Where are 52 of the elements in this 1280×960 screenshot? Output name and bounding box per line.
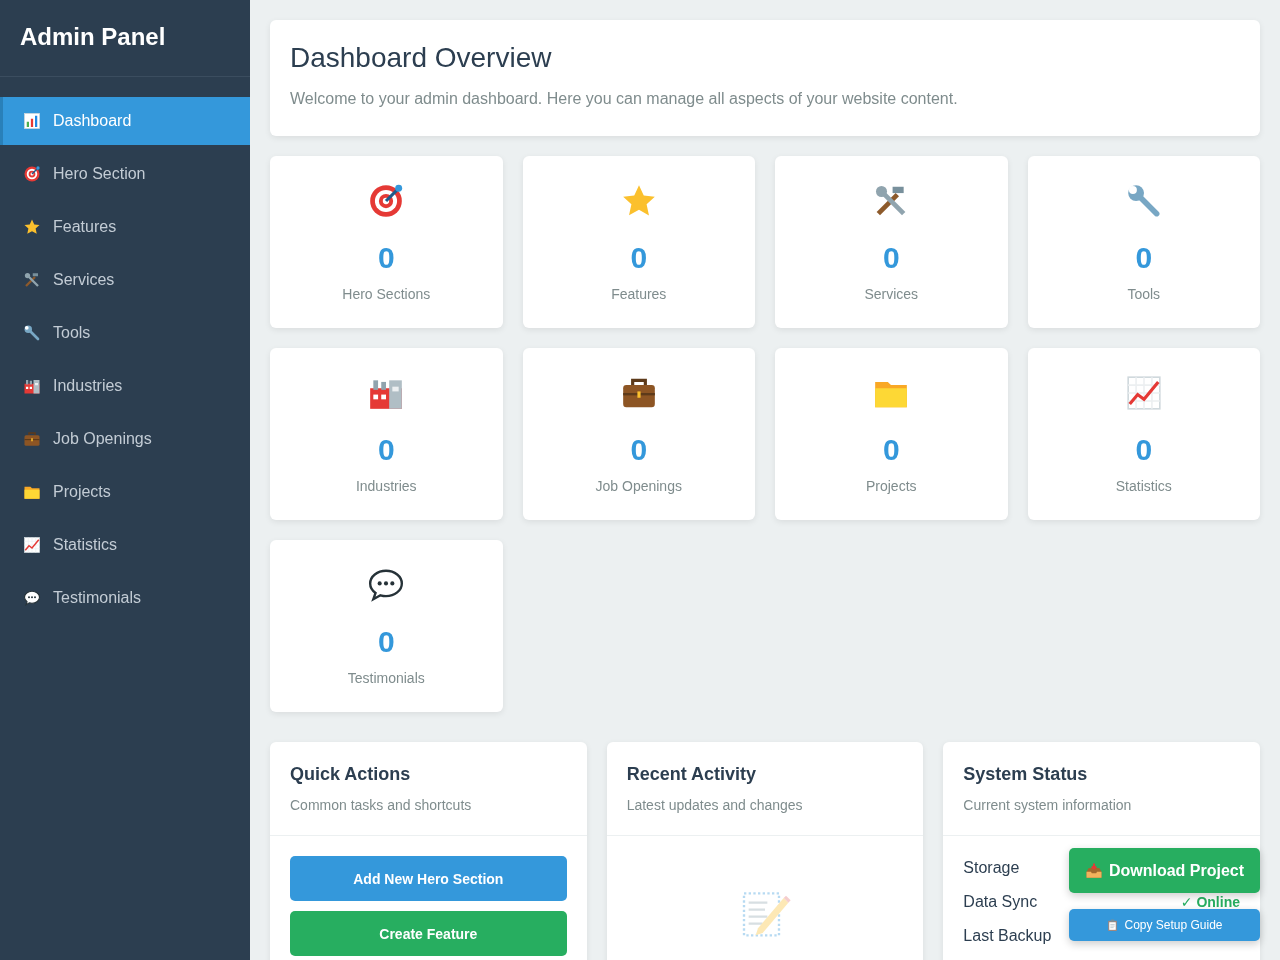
card-title: Quick Actions <box>290 764 412 785</box>
nav-item[interactable]: Job Openings <box>0 415 250 463</box>
bar-chart-icon <box>23 112 41 130</box>
wrench-icon <box>23 324 41 342</box>
card-title: Recent Activity <box>626 764 758 785</box>
stat-label: Testimonials <box>347 670 425 686</box>
stat-label: Projects <box>865 478 917 494</box>
status-label: Storage <box>963 859 1020 877</box>
target-icon <box>23 165 41 183</box>
stat-count: 0 <box>882 432 900 468</box>
stat-label: Features <box>611 286 667 302</box>
nav-item[interactable]: Hero Section <box>0 150 250 198</box>
stat-label: Tools <box>1127 286 1161 302</box>
card-subtitle: Common tasks and shortcuts <box>290 797 473 813</box>
stat-count: 0 <box>630 432 648 468</box>
card-subtitle: Latest updates and changes <box>626 797 804 813</box>
stat-count: 0 <box>1135 240 1153 276</box>
line-chart-icon <box>1124 374 1163 412</box>
stat-label: Services <box>864 286 919 302</box>
welcome-text: Welcome to your admin dashboard. Here you can manage all aspects of your website content. <box>290 90 959 108</box>
stat-count: 0 <box>630 240 648 276</box>
line-chart-icon <box>23 536 41 554</box>
stat-count: 0 <box>882 240 900 276</box>
status-label: Data Sync <box>963 893 1038 911</box>
sidebar-title: Admin Panel <box>20 22 167 52</box>
hammer-wrench-icon <box>23 271 41 289</box>
stat-count: 0 <box>377 240 395 276</box>
nav-item[interactable]: Projects <box>0 468 250 516</box>
stat-label: Hero Sections <box>342 286 431 302</box>
factory-icon <box>23 377 41 395</box>
stat-label: Job Openings <box>595 478 682 494</box>
clipboard-icon <box>1106 918 1120 932</box>
stat-label: Statistics <box>1115 478 1172 494</box>
status-value: ✓ Online <box>1180 895 1240 909</box>
page-title: Dashboard Overview <box>290 42 553 74</box>
nav-item[interactable]: Statistics <box>0 521 250 569</box>
nav-item[interactable]: Tools <box>0 309 250 357</box>
star-icon <box>23 218 41 236</box>
speech-bubble-icon <box>23 589 41 607</box>
stat-count: 0 <box>377 432 395 468</box>
card-title: System Status <box>963 764 1089 785</box>
briefcase-icon <box>23 430 41 448</box>
nav-item[interactable]: Features <box>0 203 250 251</box>
nav-item[interactable]: Industries <box>0 362 250 410</box>
nav-item[interactable]: Services <box>0 256 250 304</box>
inbox-download-icon <box>1084 861 1103 880</box>
nav-item[interactable]: Testimonials <box>0 574 250 622</box>
stat-count: 0 <box>1135 432 1153 468</box>
stat-count: 0 <box>377 624 395 660</box>
stat-label: Industries <box>355 478 417 494</box>
card-subtitle: Current system information <box>963 797 1133 813</box>
status-label: Last Backup <box>963 927 1052 945</box>
